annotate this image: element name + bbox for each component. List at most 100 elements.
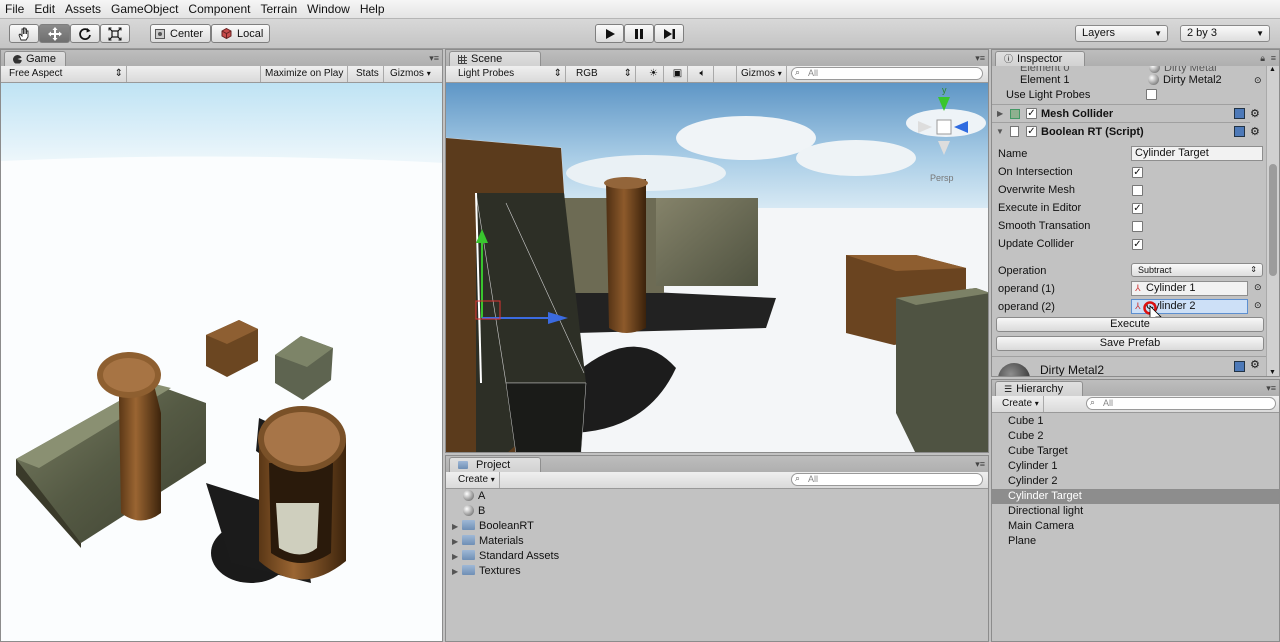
expand-arrow-icon[interactable]: ▶: [452, 534, 462, 549]
layers-dropdown[interactable]: Layers ▼: [1075, 25, 1168, 42]
panel-menu-icon[interactable]: ▾≡: [1266, 383, 1276, 394]
gear-icon[interactable]: ⚙: [1250, 105, 1260, 123]
hierarchy-item[interactable]: Plane: [992, 534, 1279, 549]
scene-viewport[interactable]: y Persp: [446, 83, 989, 453]
hierarchy-item[interactable]: Cube 1: [992, 414, 1279, 429]
update-collider-checkbox[interactable]: ✓: [1132, 239, 1143, 250]
hierarchy-item[interactable]: Main Camera: [992, 519, 1279, 534]
pause-button[interactable]: [624, 24, 654, 43]
hierarchy-item[interactable]: Cylinder Target: [992, 489, 1279, 504]
hierarchy-item[interactable]: Cylinder 2: [992, 474, 1279, 489]
menu-help[interactable]: Help: [355, 0, 390, 19]
hierarchy-item[interactable]: Cube Target: [992, 444, 1279, 459]
pivot-center-toggle[interactable]: Center: [150, 24, 211, 43]
menu-gameobject[interactable]: GameObject: [106, 0, 183, 19]
overwrite-mesh-checkbox[interactable]: [1132, 185, 1143, 196]
menu-component[interactable]: Component: [183, 0, 255, 19]
hierarchy-item[interactable]: Cylinder 1: [992, 459, 1279, 474]
expand-arrow-icon[interactable]: ▶: [452, 564, 462, 579]
panel-menu-icon[interactable]: ≡: [1271, 53, 1276, 63]
hierarchy-search-input[interactable]: ⌕ All: [1086, 397, 1276, 410]
game-gizmos-dropdown[interactable]: Gizmos ▾: [386, 66, 435, 82]
execute-in-editor-checkbox[interactable]: ✓: [1132, 203, 1143, 214]
tab-project[interactable]: Project: [449, 457, 541, 472]
expand-arrow-icon[interactable]: ▶: [452, 549, 462, 564]
material-header[interactable]: Dirty Metal2 ⚙: [992, 356, 1266, 376]
play-button[interactable]: [595, 24, 624, 43]
object-picker-icon[interactable]: ⊙: [1254, 282, 1262, 293]
step-button[interactable]: [654, 24, 684, 43]
tab-inspector[interactable]: ⓘ Inspector: [995, 51, 1085, 66]
operation-dropdown[interactable]: Subtract ⇕: [1131, 263, 1263, 277]
aspect-dropdown[interactable]: Free Aspect ⇕: [5, 66, 127, 82]
help-book-icon[interactable]: [1234, 361, 1245, 372]
dropdown-arrow-icon: ▼: [1256, 29, 1264, 38]
tab-scene[interactable]: Scene: [449, 51, 541, 66]
scene-mode-dropdown[interactable]: Light Probes ⇕: [454, 66, 566, 82]
scene-lighting-toggle[interactable]: ☀: [644, 66, 664, 82]
operand1-field[interactable]: ⅄ Cylinder 1: [1131, 281, 1248, 296]
project-item-a[interactable]: A: [463, 489, 988, 504]
collapse-arrow-icon[interactable]: ▼: [996, 123, 1004, 141]
inspector-scrollbar[interactable]: ▲ ▼: [1266, 66, 1279, 376]
object-picker-icon[interactable]: ⊙: [1254, 300, 1262, 311]
hierarchy-create-dropdown[interactable]: Create ▾: [998, 396, 1044, 412]
scroll-up-icon[interactable]: ▲: [1269, 66, 1276, 73]
hierarchy-item[interactable]: Directional light: [992, 504, 1279, 519]
maximize-on-play-toggle[interactable]: Maximize on Play: [260, 66, 349, 82]
project-create-dropdown[interactable]: Create ▾: [454, 472, 500, 488]
gear-icon[interactable]: ⚙: [1250, 358, 1260, 371]
space-local-toggle[interactable]: Local: [211, 24, 270, 43]
tab-game[interactable]: Game: [4, 51, 66, 66]
panel-menu-icon[interactable]: ▾≡: [975, 53, 985, 64]
game-viewport[interactable]: [1, 83, 443, 642]
boolean-rt-header[interactable]: ▼ ✓ Boolean RT (Script) ⚙: [992, 122, 1260, 141]
menu-file[interactable]: File: [0, 0, 29, 19]
menu-edit[interactable]: Edit: [29, 0, 60, 19]
lock-icon[interactable]: 🔒︎: [1260, 53, 1265, 64]
menu-assets[interactable]: Assets: [60, 0, 106, 19]
save-prefab-button[interactable]: Save Prefab: [996, 336, 1264, 351]
project-folder-materials[interactable]: ▶ Materials: [452, 534, 988, 549]
help-book-icon[interactable]: [1234, 126, 1245, 137]
mesh-collider-header[interactable]: ▶ ✓ Mesh Collider ⚙: [992, 104, 1260, 123]
scale-tool-button[interactable]: [100, 24, 130, 43]
scene-gizmos-dropdown[interactable]: Gizmos ▾: [736, 66, 787, 82]
gear-icon[interactable]: ⚙: [1250, 123, 1260, 141]
layout-dropdown[interactable]: 2 by 3 ▼: [1180, 25, 1270, 42]
scene-search-input[interactable]: ⌕ All: [791, 67, 983, 80]
project-search-input[interactable]: ⌕ All: [791, 473, 983, 486]
help-book-icon[interactable]: [1234, 108, 1245, 119]
stats-toggle[interactable]: Stats: [352, 66, 384, 82]
panel-menu-icon[interactable]: ▾≡: [429, 53, 439, 64]
panel-menu-icon[interactable]: ▾≡: [975, 459, 985, 470]
use-light-probes-checkbox[interactable]: [1146, 89, 1157, 100]
mesh-collider-enabled-checkbox[interactable]: ✓: [1026, 108, 1037, 119]
expand-arrow-icon[interactable]: ▶: [997, 105, 1003, 123]
hand-tool-button[interactable]: [9, 24, 39, 43]
expand-arrow-icon[interactable]: ▶: [452, 519, 462, 534]
name-field[interactable]: Cylinder Target: [1131, 146, 1263, 161]
project-folder-standard-assets[interactable]: ▶ Standard Assets: [452, 549, 988, 564]
scroll-down-icon[interactable]: ▼: [1269, 369, 1276, 376]
scene-fx-toggle[interactable]: ▣: [668, 66, 688, 82]
render-mode-dropdown[interactable]: RGB ⇕: [572, 66, 636, 82]
smooth-transation-checkbox[interactable]: [1132, 221, 1143, 232]
hierarchy-item[interactable]: Cube 2: [992, 429, 1279, 444]
scrollbar-thumb[interactable]: [1269, 164, 1277, 276]
project-item-b[interactable]: B: [463, 504, 988, 519]
project-folder-booleanrt[interactable]: ▶ BooleanRT: [452, 519, 988, 534]
rotate-tool-button[interactable]: [70, 24, 100, 43]
menu-terrain[interactable]: Terrain: [255, 0, 302, 19]
boolean-rt-enabled-checkbox[interactable]: ✓: [1026, 126, 1037, 137]
menu-window[interactable]: Window: [302, 0, 355, 19]
object-picker-icon[interactable]: ⊙: [1254, 75, 1262, 86]
on-intersection-checkbox[interactable]: ✓: [1132, 167, 1143, 178]
project-tab-row: Project ▾≡: [446, 456, 988, 472]
project-folder-textures[interactable]: ▶ Textures: [452, 564, 988, 579]
tab-hierarchy[interactable]: ☰ Hierarchy: [995, 381, 1083, 396]
scene-audio-toggle[interactable]: 🔈︎: [692, 66, 714, 82]
move-tool-button[interactable]: [39, 24, 70, 43]
element1-value[interactable]: Dirty Metal2: [1148, 72, 1222, 88]
execute-button[interactable]: Execute: [996, 317, 1264, 332]
